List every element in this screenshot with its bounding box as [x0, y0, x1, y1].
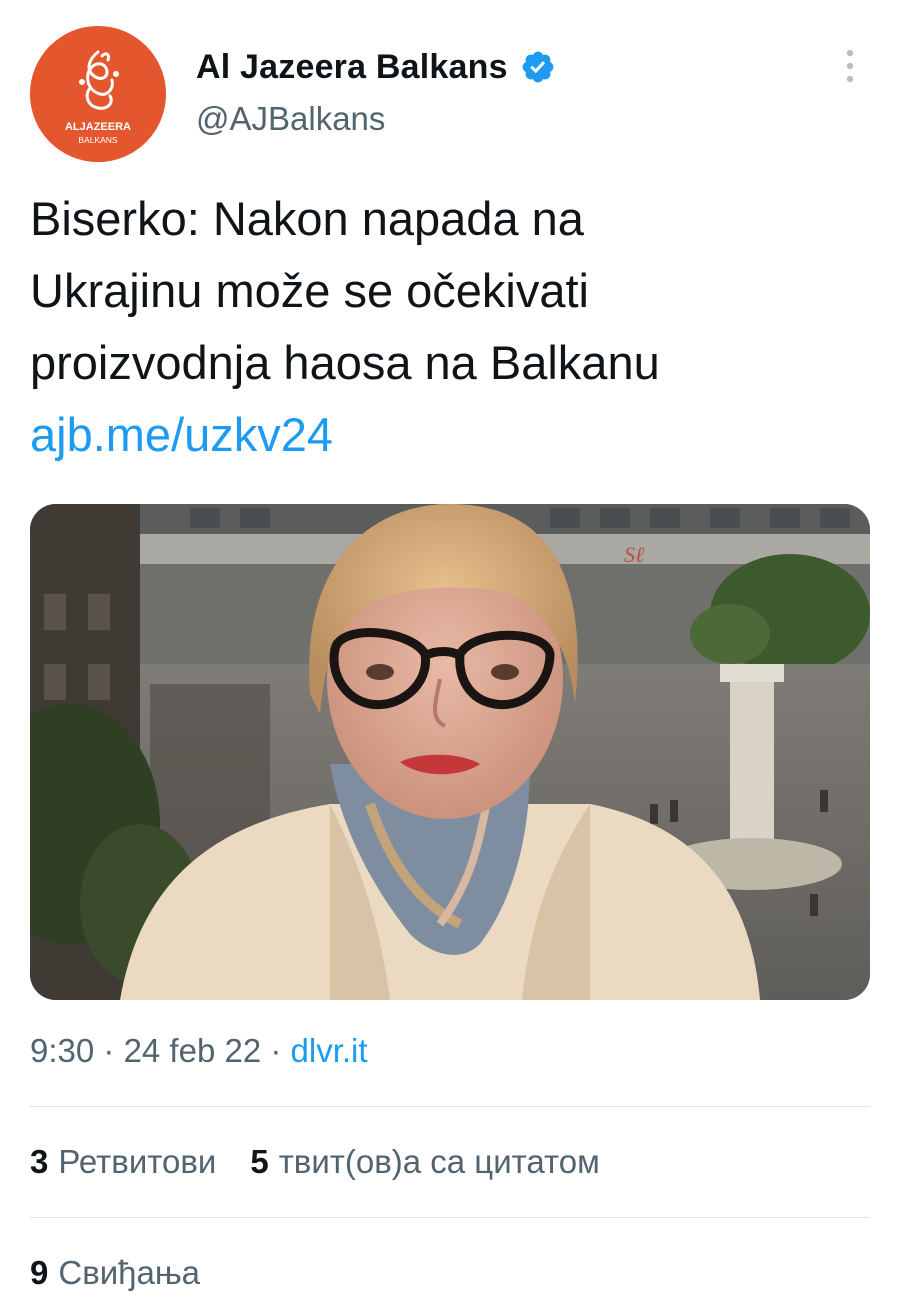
user-handle[interactable]: @AJBalkans — [196, 100, 385, 138]
al-jazeera-logo-icon: ALJAZEERA BALKANS — [30, 26, 166, 162]
meta-separator: · — [261, 1032, 291, 1069]
logo-wordmark: ALJAZEERA — [65, 121, 131, 133]
more-vertical-icon — [846, 49, 854, 83]
likes-count: 9 — [30, 1254, 49, 1291]
retweets-label: Ретвитови — [58, 1143, 217, 1180]
meta-separator: · — [94, 1032, 124, 1069]
likes-stat[interactable]: 9 Свиђања — [30, 1254, 200, 1292]
engagement-row: 3 Ретвитови 5 твит(ов)а са цитатом — [30, 1143, 600, 1181]
tweet-text-line: Ukrajinu može se očekivati — [30, 264, 589, 317]
more-options-button[interactable] — [832, 46, 868, 86]
retweets-count: 3 — [30, 1143, 49, 1180]
divider — [30, 1217, 870, 1218]
likes-row: 9 Свиђања — [30, 1254, 200, 1292]
likes-label: Свиђања — [58, 1254, 201, 1291]
quote-tweets-count: 5 — [250, 1143, 269, 1180]
logo-subtitle: BALKANS — [78, 135, 118, 145]
tweet-text-line: proizvodnja haosa na Balkanu — [30, 336, 660, 389]
verified-badge-icon — [522, 51, 554, 83]
tweet-source-link[interactable]: dlvr.it — [291, 1032, 368, 1069]
avatar[interactable]: ALJAZEERA BALKANS — [30, 26, 166, 162]
user-name-row: Al Jazeera Balkans — [196, 44, 556, 90]
display-name[interactable]: Al Jazeera Balkans — [196, 48, 508, 87]
tweet-time[interactable]: 9:30 — [30, 1032, 94, 1069]
tweet-meta: 9:30 · 24 feb 22 · dlvr.it — [30, 1032, 368, 1070]
quote-tweets-label: твит(ов)а са цитатом — [278, 1143, 600, 1180]
tweet-link[interactable]: ajb.me/uzkv24 — [30, 399, 860, 471]
tweet-text-line: Biserko: Nakon napada na — [30, 192, 584, 245]
photo-woman-with-glasses: Sℓ — [30, 504, 870, 1000]
quote-tweets-stat[interactable]: 5 твит(ов)а са цитатом — [250, 1143, 599, 1181]
divider — [30, 1106, 870, 1107]
retweets-stat[interactable]: 3 Ретвитови — [30, 1143, 216, 1181]
tweet-media-image[interactable]: Sℓ — [30, 504, 870, 1000]
svg-text:Sℓ: Sℓ — [624, 542, 645, 567]
tweet-text: Biserko: Nakon napada na Ukrajinu može s… — [30, 183, 860, 471]
tweet-date[interactable]: 24 feb 22 — [124, 1032, 262, 1069]
